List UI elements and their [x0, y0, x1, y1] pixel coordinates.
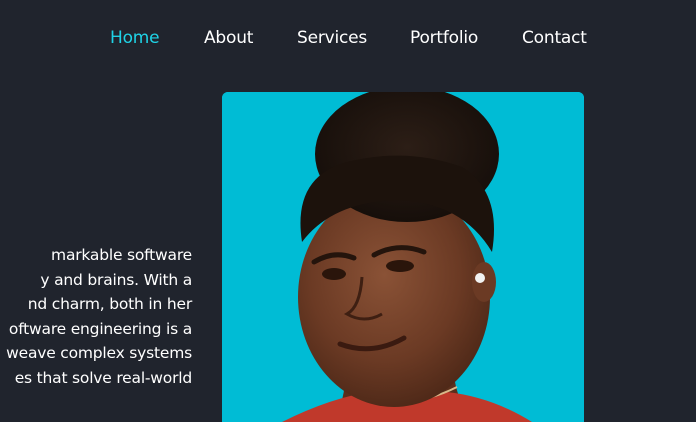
about-bio-text: markable software y and brains. With a n… — [0, 243, 192, 390]
nav-link-contact[interactable]: Contact — [522, 27, 587, 49]
profile-photo-illustration — [222, 92, 584, 422]
bio-line: es that solve real-world — [14, 368, 192, 387]
bio-line: oftware engineering is a — [8, 319, 192, 338]
top-navigation: Home About Services Portfolio Contact — [0, 0, 696, 76]
bio-line: markable software — [51, 246, 192, 264]
bio-line: nd charm, both in her — [27, 295, 192, 313]
bio-line: y and brains. With a — [40, 270, 192, 289]
nav-link-about[interactable]: About — [204, 27, 253, 49]
nav-link-portfolio[interactable]: Portfolio — [410, 27, 478, 49]
bio-line: weave complex systems — [6, 344, 192, 362]
nav-link-home[interactable]: Home — [110, 27, 160, 49]
nav-link-services[interactable]: Services — [297, 27, 367, 49]
profile-photo — [222, 92, 584, 422]
